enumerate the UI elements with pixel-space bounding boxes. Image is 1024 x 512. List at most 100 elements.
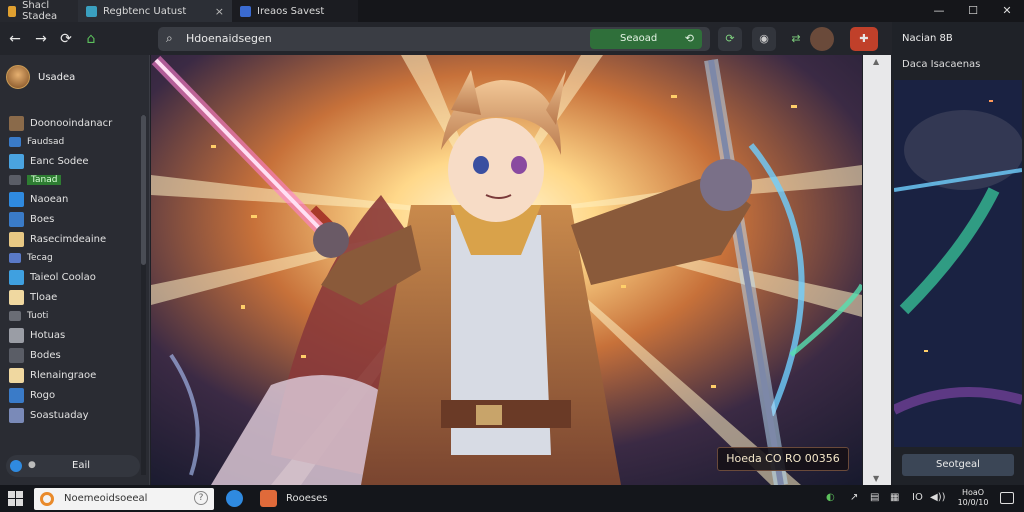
sidebar-item-label: Tecag (27, 253, 53, 263)
user-avatar-icon[interactable] (810, 27, 834, 51)
tab-favicon-icon (8, 5, 17, 17)
go-button-label: Seaoad (620, 33, 658, 44)
tab-3[interactable]: Ireaos Savest (232, 0, 358, 22)
tab-close-icon[interactable]: × (215, 5, 224, 18)
toolbar: ← → ⟳ ⌂ ⌕ Hdoenaidsegen Seaoad ⟲ ⟳ ◉ ⇄ ✚ (0, 22, 1024, 55)
tab-title: Ireaos Savest (257, 5, 325, 17)
sidebar-item-thumbnail-icon (9, 269, 24, 285)
sidebar-footer-toggle[interactable]: ● Eail (6, 455, 140, 477)
status-badge: Hoeda CO RO 00356 (717, 447, 849, 471)
sidebar-item-thumbnail-icon (9, 191, 24, 207)
sidebar-item-label: Rlenaingraoe (30, 369, 97, 381)
sidebar-item-thumbnail-icon (9, 407, 24, 423)
sidebar-item-thumbnail-icon (9, 231, 24, 247)
panel-action-button[interactable]: Seotgeal (902, 454, 1014, 476)
close-icon[interactable]: ✕ (990, 0, 1024, 22)
taskbar-clock[interactable]: HoaO 10/0/10 (954, 488, 992, 508)
sidebar-item[interactable]: Soastuaday (0, 405, 146, 425)
scrollbar-thumb[interactable] (141, 115, 146, 265)
sidebar-item[interactable]: Eanc Sodee (0, 151, 146, 171)
forward-icon[interactable]: → (32, 30, 50, 48)
help-icon[interactable]: ? (194, 491, 208, 505)
taskbar-search-box[interactable]: Noemeoidsoeeal ? (34, 488, 214, 510)
scroll-up-icon[interactable]: ▲ (873, 57, 879, 66)
sidebar: Usadea Doonooindanacr Faudsad Eanc Sodee Ta… (0, 55, 150, 485)
minimize-icon[interactable]: — (922, 0, 956, 22)
sidebar-nav: Doonooindanacr Faudsad Eanc Sodee Tanad Naoe… (0, 113, 146, 425)
sidebar-item-label: Doonooindanacr (30, 117, 113, 129)
sidebar-item-thumbnail-icon (9, 115, 24, 131)
tray-arrow-icon[interactable]: ↗ (850, 492, 858, 503)
tray-status-icon[interactable]: ◐ (826, 492, 835, 503)
windows-start-icon[interactable] (8, 491, 23, 506)
sidebar-item-label: Boes (30, 213, 55, 225)
taskbar-app-icon[interactable] (226, 490, 243, 507)
tab-favicon-icon (86, 5, 97, 17)
sidebar-item-label: Tanad (27, 175, 62, 185)
tab-2[interactable]: Regbtenc Uatust × (78, 0, 232, 22)
sidebar-item-thumbnail-icon (9, 347, 24, 363)
address-bar[interactable]: ⌕ Hdoenaidsegen Seaoad ⟲ (158, 27, 710, 51)
taskbar-app-icon[interactable] (260, 490, 277, 507)
extension-icon[interactable]: ⟳ (718, 27, 742, 51)
go-button[interactable]: Seaoad ⟲ (590, 29, 702, 49)
sidebar-item[interactable]: Faudsad (0, 133, 146, 151)
sidebar-item-thumbnail-icon (9, 387, 24, 403)
settings-icon[interactable]: ✚ (850, 27, 878, 51)
browser-window: Shacl Stadea Regbtenc Uatust × Ireaos Sa… (0, 0, 1024, 512)
share-icon[interactable]: ⇄ (784, 27, 808, 51)
sidebar-item-label: Soastuaday (30, 409, 89, 421)
tray-network-icon[interactable]: ▤ (870, 492, 879, 503)
notification-icon[interactable] (1000, 492, 1014, 504)
back-icon[interactable]: ← (6, 30, 24, 48)
taskbar: Noemeoidsoeeal ? Rooeses ◐ ↗ ▤ ▦ IO ◀)) … (0, 485, 1024, 512)
sidebar-item-label: Naoean (30, 193, 69, 205)
main-artwork: Hoeda CO RO 00356 (151, 55, 862, 485)
sidebar-item[interactable]: Rlenaingraoe (0, 365, 146, 385)
footer-label: Eail (72, 460, 91, 471)
main-scrollbar[interactable]: ▲ ▼ (863, 55, 891, 485)
sidebar-item-thumbnail-icon (9, 137, 21, 147)
clock-time: HoaO (961, 488, 985, 497)
gamepad-icon[interactable]: ◉ (752, 27, 776, 51)
sidebar-item-label: Hotuas (30, 329, 66, 341)
sidebar-item-label: Tloae (30, 291, 58, 303)
tray-io-icon[interactable]: IO (912, 492, 923, 503)
tab-title: Shacl Stadea (22, 0, 58, 22)
reload-icon[interactable]: ⟳ (57, 30, 75, 48)
sidebar-item[interactable]: Taieol Coolao (0, 267, 146, 287)
sidebar-item[interactable]: Tanad (0, 171, 146, 189)
sidebar-item-thumbnail-icon (9, 153, 24, 169)
sidebar-item[interactable]: Hotuas (0, 325, 146, 345)
tray-volume-icon[interactable]: ◀)) (930, 492, 946, 503)
sidebar-item-label: Bodes (30, 349, 61, 361)
search-icon: ⌕ (166, 31, 173, 45)
maximize-icon[interactable]: ☐ (956, 0, 990, 22)
tray-grid-icon[interactable]: ▦ (890, 492, 899, 503)
sidebar-item-label: Tuoti (27, 311, 49, 321)
sidebar-item[interactable]: Rasecimdeaine (0, 229, 146, 249)
sidebar-item[interactable]: Doonooindanacr (0, 113, 146, 133)
home-icon[interactable]: ⌂ (82, 30, 100, 48)
profile-name: Usadea (38, 71, 76, 83)
sidebar-item-thumbnail-icon (9, 311, 21, 321)
sidebar-item[interactable]: Tloae (0, 287, 146, 307)
toggle-icon (10, 460, 22, 472)
status-dot-icon: ● (28, 460, 36, 470)
sidebar-scrollbar[interactable] (141, 115, 146, 475)
sidebar-item[interactable]: Boes (0, 209, 146, 229)
sidebar-item-thumbnail-icon (9, 211, 24, 227)
sidebar-item[interactable]: Bodes (0, 345, 146, 365)
sidebar-item[interactable]: Tuoti (0, 307, 146, 325)
sidebar-item-thumbnail-icon (9, 327, 24, 343)
sidebar-item[interactable]: Tecag (0, 249, 146, 267)
sidebar-item[interactable]: Rogo (0, 385, 146, 405)
tab-1[interactable]: Shacl Stadea (0, 0, 78, 22)
sidebar-item-thumbnail-icon (9, 367, 24, 383)
scroll-down-icon[interactable]: ▼ (873, 474, 879, 483)
sidebar-item-thumbnail-icon (9, 175, 21, 185)
sidebar-item[interactable]: Naoean (0, 189, 146, 209)
anime-illustration (151, 55, 862, 485)
avatar (6, 65, 30, 89)
profile[interactable]: Usadea (6, 65, 75, 89)
